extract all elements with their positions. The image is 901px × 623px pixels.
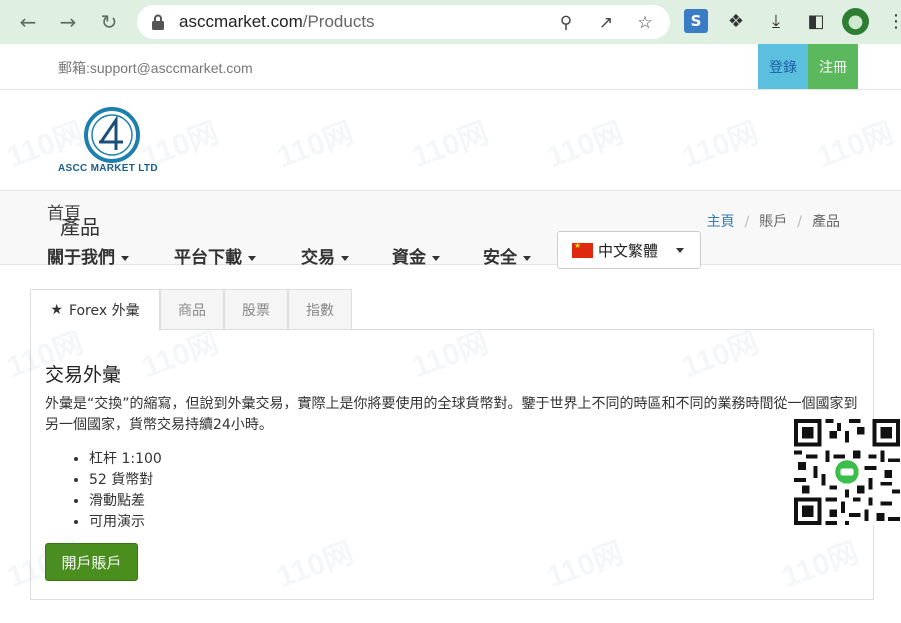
breadcrumb-products: 產品: [812, 214, 840, 230]
list-item: 52 貨幣對: [89, 470, 162, 491]
nav-item-funds[interactable]: 資金: [392, 243, 440, 268]
list-item: 可用演示: [89, 512, 162, 533]
tab-commodities[interactable]: 商品: [160, 289, 224, 330]
nav-item-trading[interactable]: 交易: [301, 243, 349, 268]
logo-text: ASCC MARKET LTD: [58, 163, 158, 174]
feature-list: 杠杆 1:100 52 貨幣對 滑動點差 可用演示: [89, 449, 162, 533]
caret-down-icon: [676, 248, 684, 253]
address-bar[interactable]: asccmarket.com/Products ⚲ ↗ ☆: [137, 5, 670, 39]
tab-stocks[interactable]: 股票: [224, 289, 288, 330]
back-icon[interactable]: ←: [14, 8, 42, 36]
breadcrumb: 主頁 / 賬戶 / 產品: [706, 214, 840, 230]
browser-toolbar: ← → ↻ asccmarket.com/Products ⚲ ↗ ☆ S ❖ …: [0, 0, 901, 44]
section-title: 交易外彙: [45, 364, 122, 386]
caret-down-icon: [341, 255, 349, 261]
tab-forex[interactable]: ★ Forex 外彙: [30, 289, 160, 331]
download-icon[interactable]: ⤓: [764, 9, 788, 33]
top-bar: 郵箱:support@asccmarket.com 登錄 注冊: [0, 44, 901, 90]
support-email: 郵箱:support@asccmarket.com: [58, 60, 253, 76]
list-item: 滑動點差: [89, 491, 162, 512]
nav-item-about[interactable]: 關于我們: [47, 243, 129, 268]
open-account-button[interactable]: 開戶賬戶: [45, 543, 138, 581]
zoom-icon[interactable]: ⚲: [555, 12, 577, 34]
watermark: 110网: [407, 116, 493, 175]
qr-code-icon[interactable]: [793, 419, 901, 525]
register-button[interactable]: 注冊: [808, 44, 858, 89]
language-label: 中文繁體: [598, 242, 659, 260]
lock-icon: [152, 14, 164, 30]
watermark: 110网: [677, 116, 763, 175]
menu-icon[interactable]: ⋮: [884, 9, 901, 33]
breadcrumb-home[interactable]: 主頁: [707, 214, 735, 230]
caret-down-icon: [432, 255, 440, 261]
site-logo[interactable]: ASCC MARKET LTD: [56, 104, 168, 180]
login-button[interactable]: 登錄: [758, 44, 808, 89]
caret-down-icon: [523, 255, 531, 261]
logo-emblem-icon: [84, 107, 140, 163]
star-icon: ★: [50, 302, 63, 318]
list-item: 杠杆 1:100: [89, 449, 162, 470]
caret-down-icon: [121, 255, 129, 261]
reload-icon[interactable]: ↻: [95, 8, 123, 36]
main-nav: 首頁 產品 關于我們 平台下載 交易 資金 安全 中文繁體 主頁/賬戶/產品: [0, 190, 901, 269]
profile-icon[interactable]: ●: [842, 8, 869, 35]
forward-icon[interactable]: →: [54, 8, 82, 36]
sidepanel-icon[interactable]: ◧: [804, 9, 828, 33]
page-title: 產品: [60, 215, 100, 239]
watermark: 110网: [272, 116, 358, 175]
breadcrumb-account[interactable]: 賬戶: [759, 214, 787, 230]
share-icon[interactable]: ↗: [595, 12, 617, 34]
caret-down-icon: [248, 255, 256, 261]
url-text: asccmarket.com/Products: [179, 12, 375, 31]
star-icon[interactable]: ☆: [634, 12, 656, 34]
language-select[interactable]: 中文繁體: [557, 231, 701, 269]
watermark: 110网: [812, 116, 898, 175]
nav-item-security[interactable]: 安全: [483, 243, 531, 268]
nav-item-download[interactable]: 平台下載: [174, 243, 256, 268]
section-description: 外彙是“交換”的縮寫，但說到外彙交易，實際上是你將要使用的全球貨幣對。鑒于世界上…: [45, 396, 858, 433]
tab-panel-forex: 交易外彙 外彙是“交換”的縮寫，但說到外彙交易，實際上是你將要使用的全球貨幣對。…: [30, 329, 874, 600]
tab-indices[interactable]: 指數: [288, 289, 352, 330]
watermark: 110网: [542, 116, 628, 175]
china-flag-icon: [572, 241, 593, 258]
puzzle-icon[interactable]: ❖: [724, 9, 748, 33]
extension-s-icon[interactable]: S: [684, 9, 708, 33]
